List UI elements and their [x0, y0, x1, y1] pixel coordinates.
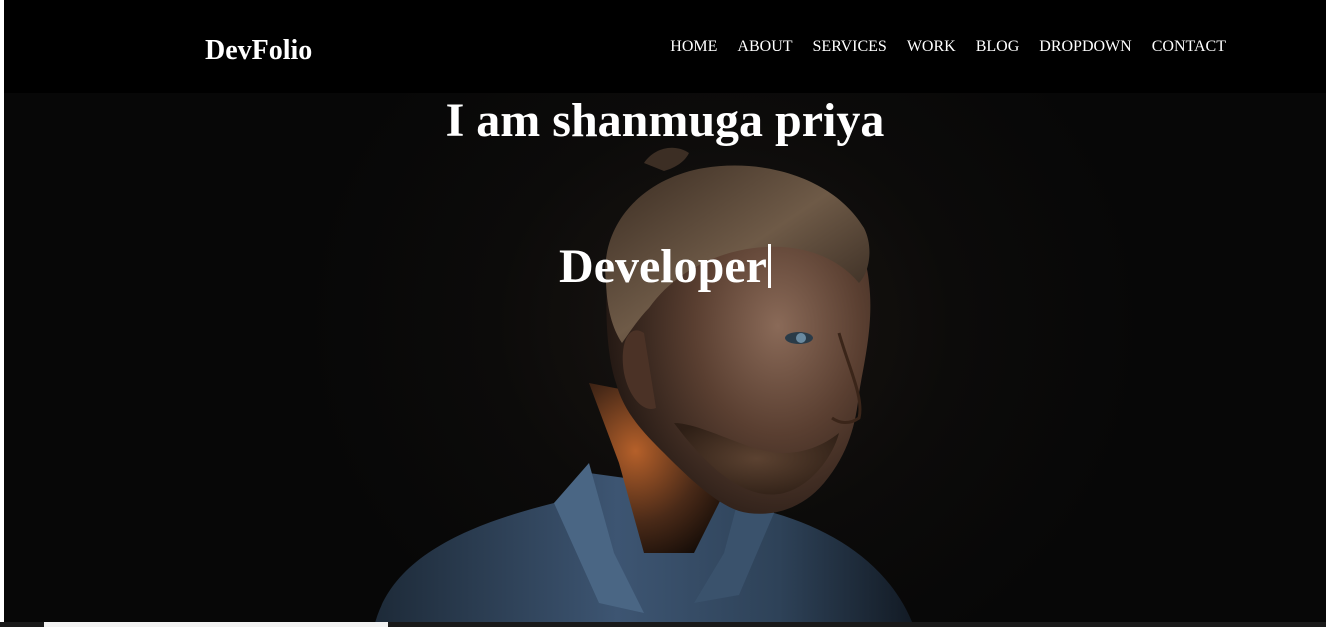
- scrollbar-thumb[interactable]: [44, 622, 388, 627]
- portrait-photo: [374, 147, 914, 627]
- hero-section: I am shanmuga priya Developer: [4, 93, 1326, 627]
- nav-item-services[interactable]: SERVICES: [803, 37, 897, 57]
- nav-item-about[interactable]: ABOUT: [727, 37, 802, 57]
- nav-item-home[interactable]: HOME: [660, 37, 727, 57]
- nav-item-dropdown[interactable]: DROPDOWN: [1029, 37, 1141, 57]
- typed-role: Developer: [559, 240, 767, 293]
- hero-typed-text: Developer: [4, 239, 1326, 295]
- horizontal-scrollbar[interactable]: [0, 622, 1326, 627]
- navbar: DevFolio HOME ABOUT SERVICES WORK BLOG D…: [4, 0, 1326, 93]
- nav-item-work[interactable]: WORK: [897, 37, 966, 57]
- nav-menu: HOME ABOUT SERVICES WORK BLOG DROPDOWN C…: [660, 37, 1236, 57]
- typing-cursor: [767, 244, 771, 288]
- nav-item-contact[interactable]: CONTACT: [1142, 37, 1236, 57]
- hero-title: I am shanmuga priya: [445, 94, 885, 147]
- page: DevFolio HOME ABOUT SERVICES WORK BLOG D…: [4, 0, 1326, 627]
- brand-logo[interactable]: DevFolio: [205, 34, 312, 68]
- nav-item-blog[interactable]: BLOG: [966, 37, 1030, 57]
